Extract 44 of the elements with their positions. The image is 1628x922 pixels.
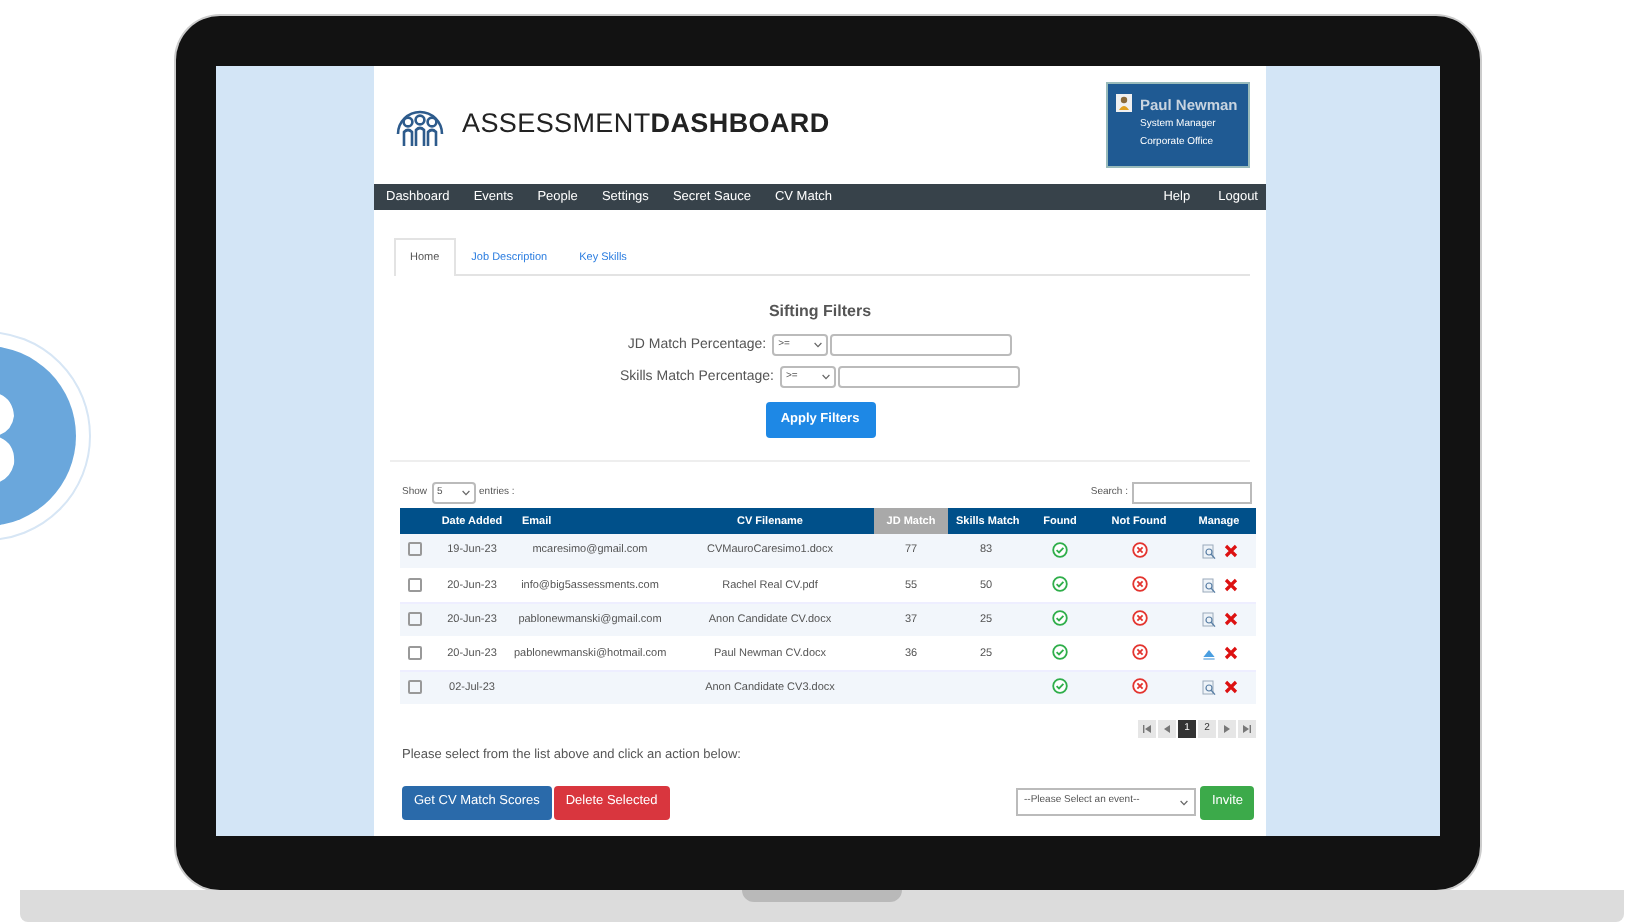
- first-page-arrow-icon: [1142, 723, 1152, 734]
- row-checkbox[interactable]: [408, 577, 422, 592]
- delete-icon[interactable]: [1223, 646, 1237, 661]
- check-circle-icon: [1052, 610, 1068, 627]
- next-page-arrow-icon: [1222, 723, 1232, 734]
- cross-circle-icon: [1131, 576, 1147, 593]
- document-search-icon[interactable]: [1201, 611, 1215, 628]
- document-search-icon[interactable]: [1201, 543, 1215, 559]
- input-field[interactable]: [830, 334, 1013, 357]
- check-circle-icon: [1052, 678, 1068, 695]
- row-checkbox[interactable]: [408, 645, 422, 660]
- logo-text: ASSESSMENTDASHBOARD: [462, 106, 830, 143]
- document-search-icon[interactable]: [1201, 679, 1215, 696]
- chevron-icon: [461, 490, 470, 497]
- cross-circle-icon: [1131, 678, 1147, 695]
- check-circle-icon: [1052, 576, 1068, 593]
- chevron-icon: [1180, 799, 1188, 805]
- search-field[interactable]: [1132, 482, 1252, 505]
- last-page-arrow-icon: [1242, 723, 1252, 734]
- cross-circle-icon: [1131, 644, 1147, 661]
- cross-circle-icon: [1131, 542, 1147, 559]
- first-page-button[interactable]: [1138, 719, 1156, 738]
- chevron-icon: [822, 374, 831, 381]
- delete-icon[interactable]: [1223, 578, 1237, 593]
- table-header: [400, 508, 430, 535]
- delete-icon[interactable]: [1223, 612, 1237, 627]
- upload-arrow-icon[interactable]: [1201, 645, 1215, 662]
- delete-icon[interactable]: [1223, 680, 1237, 695]
- document-search-icon[interactable]: [1201, 577, 1215, 594]
- next-page-button[interactable]: [1218, 719, 1236, 738]
- row-checkbox[interactable]: [408, 679, 422, 694]
- previous-page-arrow-icon: [1162, 723, 1172, 734]
- user-avatar-icon: [1116, 94, 1132, 112]
- last-page-button[interactable]: [1238, 719, 1256, 738]
- check-circle-icon: [1052, 542, 1068, 559]
- filters-title: Sifting Filters: [768, 300, 872, 325]
- previous-page-button[interactable]: [1158, 719, 1176, 738]
- delete-icon[interactable]: [1223, 544, 1237, 558]
- check-circle-icon: [1052, 644, 1068, 661]
- row-checkbox[interactable]: [408, 542, 422, 557]
- input-field[interactable]: [838, 366, 1021, 389]
- cross-circle-icon: [1131, 610, 1147, 627]
- row-checkbox[interactable]: [408, 611, 422, 626]
- chevron-icon: [814, 342, 823, 349]
